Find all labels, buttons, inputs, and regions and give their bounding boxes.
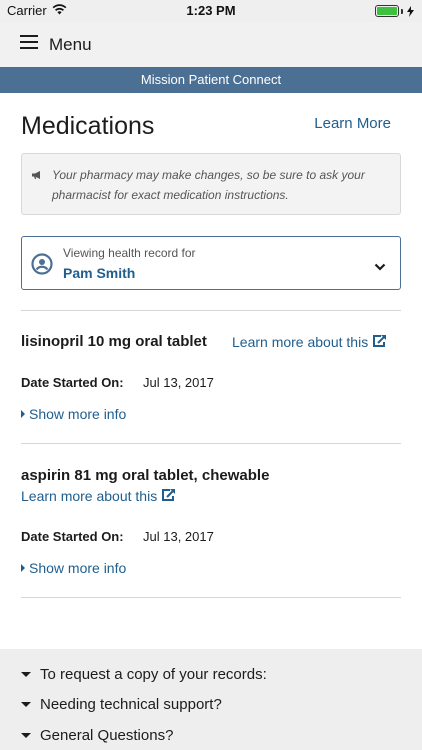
caret-down-icon [21, 733, 31, 738]
notice-text: Your pharmacy may make changes, so be su… [52, 168, 365, 202]
caret-down-icon [21, 672, 31, 677]
learn-more-about-link[interactable]: Learn more about this [232, 334, 387, 350]
date-started-label: Date Started On: [21, 529, 124, 544]
help-footer: To request a copy of your records: Needi… [0, 649, 422, 750]
status-bar: Carrier 1:23 PM [0, 0, 422, 22]
caret-right-icon [21, 564, 25, 572]
battery-icon [375, 5, 414, 17]
show-more-label: Show more info [29, 406, 127, 422]
faq-label: Needing technical support? [40, 696, 222, 713]
person-circle-icon [31, 253, 53, 280]
page-title: Medications [21, 112, 155, 140]
divider [21, 310, 401, 311]
learn-more-about-label: Learn more about this [232, 334, 369, 350]
date-started-label: Date Started On: [21, 375, 124, 390]
show-more-info-toggle[interactable]: Show more info [21, 560, 126, 576]
caret-right-icon [21, 410, 25, 418]
megaphone-icon [31, 167, 42, 185]
external-link-icon [372, 334, 387, 350]
hamburger-icon [20, 35, 38, 54]
charging-bolt-icon [407, 5, 414, 17]
divider [21, 597, 401, 598]
caret-down-icon [21, 702, 31, 707]
menu-label: Menu [49, 34, 92, 54]
learn-more-link[interactable]: Learn More [314, 115, 391, 132]
record-caption: Viewing health record for [63, 246, 196, 260]
divider [21, 443, 401, 444]
brand-banner: Mission Patient Connect [0, 67, 422, 93]
faq-label: General Questions? [40, 727, 174, 744]
nav-bar: Menu [0, 22, 422, 67]
date-started-value: Jul 13, 2017 [143, 529, 214, 544]
learn-more-about-link[interactable]: Learn more about this [21, 488, 176, 504]
patient-name: Pam Smith [63, 265, 136, 281]
health-record-selector[interactable]: Viewing health record for Pam Smith [21, 236, 401, 290]
status-time: 1:23 PM [186, 3, 236, 18]
pharmacy-notice: Your pharmacy may make changes, so be su… [21, 153, 401, 215]
learn-more-about-label: Learn more about this [21, 488, 158, 504]
faq-item-technical-support[interactable]: Needing technical support? [21, 696, 222, 713]
faq-label: To request a copy of your records: [40, 666, 267, 683]
medication-name: lisinopril 10 mg oral tablet [21, 333, 207, 350]
external-link-icon [161, 488, 176, 504]
chevron-down-icon [374, 258, 386, 276]
menu-button[interactable]: Menu [20, 35, 92, 55]
date-started-value: Jul 13, 2017 [143, 375, 214, 390]
faq-item-general-questions[interactable]: General Questions? [21, 727, 173, 744]
show-more-label: Show more info [29, 560, 127, 576]
faq-item-records-request[interactable]: To request a copy of your records: [21, 666, 267, 683]
medication-name: aspirin 81 mg oral tablet, chewable [21, 467, 270, 484]
show-more-info-toggle[interactable]: Show more info [21, 406, 126, 422]
